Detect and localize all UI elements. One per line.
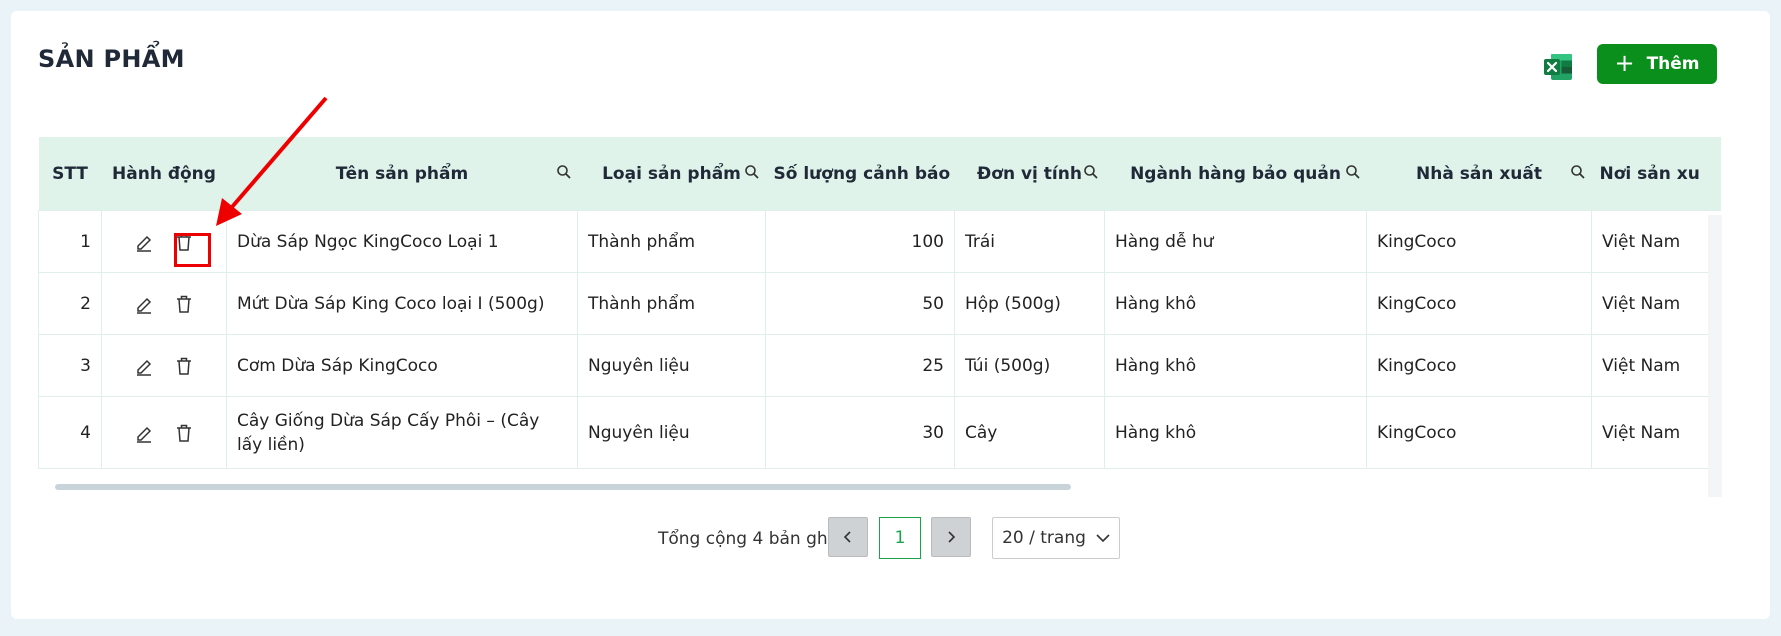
chevron-left-icon <box>843 531 851 543</box>
trash-icon[interactable] <box>173 293 195 315</box>
cell-name: Dừa Sáp Ngọc KingCoco Loại 1 <box>226 210 578 273</box>
trash-icon[interactable] <box>173 231 195 253</box>
table-row[interactable]: 4 Cây Giống Dừa Sáp Cấy Phôi – (Cây lấy l… <box>38 396 1721 469</box>
search-icon[interactable] <box>556 164 572 180</box>
column-header-stt: STT <box>38 137 102 211</box>
cell-maker: KingCoco <box>1366 396 1592 469</box>
cell-origin: Việt Nam <box>1591 396 1721 469</box>
page-title: SẢN PHẨM <box>38 45 185 73</box>
table-row[interactable]: 3 Cơm Dừa Sáp KingCoco Nguyên liệu 25 Túi (5… <box>38 334 1721 397</box>
edit-icon[interactable] <box>133 293 155 315</box>
cell-type: Thành phẩm <box>577 210 766 273</box>
edit-icon[interactable] <box>133 231 155 253</box>
row-actions <box>101 334 227 397</box>
cell-name: Cây Giống Dừa Sáp Cấy Phôi – (Cây lấy li… <box>226 396 578 469</box>
search-icon[interactable] <box>744 164 760 180</box>
product-table: STT Hành động Tên sản phẩm Loại sản phẩm Số … <box>38 137 1721 469</box>
column-header-type: Loại sản phẩm <box>577 137 766 211</box>
cell-type: Nguyên liệu <box>577 334 766 397</box>
cell-storage: Hàng dễ hư <box>1104 210 1367 273</box>
cell-unit: Trái <box>954 210 1105 273</box>
column-header-label: Đơn vị tính <box>977 163 1082 184</box>
add-button-label: Thêm <box>1646 54 1700 74</box>
cell-origin: Việt Nam <box>1591 334 1721 397</box>
cell-name: Cơm Dừa Sáp KingCoco <box>226 334 578 397</box>
cell-warn_qty: 25 <box>765 334 955 397</box>
row-actions <box>101 272 227 335</box>
column-header-origin: Nơi sản xu <box>1591 137 1721 211</box>
cell-stt: 2 <box>38 272 102 335</box>
row-actions <box>101 396 227 469</box>
vertical-scrollbar[interactable] <box>1708 215 1722 497</box>
plus-icon: + <box>1614 49 1635 77</box>
column-header-label: STT <box>52 163 88 184</box>
add-button[interactable]: + Thêm <box>1597 44 1717 84</box>
column-header-storage: Ngành hàng bảo quản <box>1104 137 1367 211</box>
trash-icon[interactable] <box>173 422 195 444</box>
cell-storage: Hàng khô <box>1104 334 1367 397</box>
cell-unit: Cây <box>954 396 1105 469</box>
total-records: Tổng cộng 4 bản ghi <box>658 529 833 549</box>
column-header-label: Loại sản phẩm <box>602 163 741 184</box>
cell-warn_qty: 100 <box>765 210 955 273</box>
cell-stt: 1 <box>38 210 102 273</box>
chevron-down-icon <box>1096 534 1110 543</box>
table-row[interactable]: 2 Mứt Dừa Sáp King Coco loại I (500g) Thàn… <box>38 272 1721 335</box>
column-header-label: Tên sản phẩm <box>335 163 469 184</box>
horizontal-scrollbar[interactable] <box>55 484 1071 490</box>
chevron-right-icon <box>948 531 956 543</box>
cell-maker: KingCoco <box>1366 334 1592 397</box>
cell-unit: Túi (500g) <box>954 334 1105 397</box>
search-icon[interactable] <box>1083 164 1099 180</box>
edit-icon[interactable] <box>133 355 155 377</box>
search-icon[interactable] <box>1570 164 1586 180</box>
excel-icon[interactable] <box>1542 51 1574 83</box>
cell-stt: 4 <box>38 396 102 469</box>
cell-maker: KingCoco <box>1366 210 1592 273</box>
cell-name: Mứt Dừa Sáp King Coco loại I (500g) <box>226 272 578 335</box>
page-size-value: 20 / trang <box>1002 528 1086 548</box>
column-header-unit: Đơn vị tính <box>954 137 1105 211</box>
cell-storage: Hàng khô <box>1104 272 1367 335</box>
next-page-button[interactable] <box>931 517 971 557</box>
column-header-label: Nhà sản xuất <box>1416 163 1542 184</box>
search-icon[interactable] <box>1345 164 1361 180</box>
prev-page-button[interactable] <box>828 517 868 557</box>
cell-warn_qty: 50 <box>765 272 955 335</box>
pagination: Tổng cộng 4 bản ghi 1 20 / trang <box>0 517 1781 559</box>
column-header-label: Hành động <box>112 163 216 184</box>
table-header-row: STT Hành động Tên sản phẩm Loại sản phẩm Số … <box>38 137 1721 211</box>
product-table-container: STT Hành động Tên sản phẩm Loại sản phẩm Số … <box>38 137 1721 487</box>
column-header-warn_qty: Số lượng cảnh báo <box>765 137 955 211</box>
cell-type: Thành phẩm <box>577 272 766 335</box>
cell-warn_qty: 30 <box>765 396 955 469</box>
cell-unit: Hộp (500g) <box>954 272 1105 335</box>
cell-stt: 3 <box>38 334 102 397</box>
cell-type: Nguyên liệu <box>577 396 766 469</box>
cell-storage: Hàng khô <box>1104 396 1367 469</box>
column-header-label: Nơi sản xu <box>1599 163 1700 184</box>
trash-icon[interactable] <box>173 355 195 377</box>
edit-icon[interactable] <box>133 422 155 444</box>
table-row[interactable]: 1 Dừa Sáp Ngọc KingCoco Loại 1 Thành phẩm 1… <box>38 210 1721 273</box>
column-header-label: Ngành hàng bảo quản <box>1130 163 1341 184</box>
column-header-actions: Hành động <box>101 137 227 211</box>
column-header-name: Tên sản phẩm <box>226 137 578 211</box>
cell-origin: Việt Nam <box>1591 210 1721 273</box>
page-number-1[interactable]: 1 <box>879 517 921 559</box>
column-header-label: Số lượng cảnh báo <box>773 163 951 184</box>
page-size-select[interactable]: 20 / trang <box>992 517 1120 559</box>
cell-maker: KingCoco <box>1366 272 1592 335</box>
cell-origin: Việt Nam <box>1591 272 1721 335</box>
row-actions <box>101 210 227 273</box>
column-header-maker: Nhà sản xuất <box>1366 137 1592 211</box>
